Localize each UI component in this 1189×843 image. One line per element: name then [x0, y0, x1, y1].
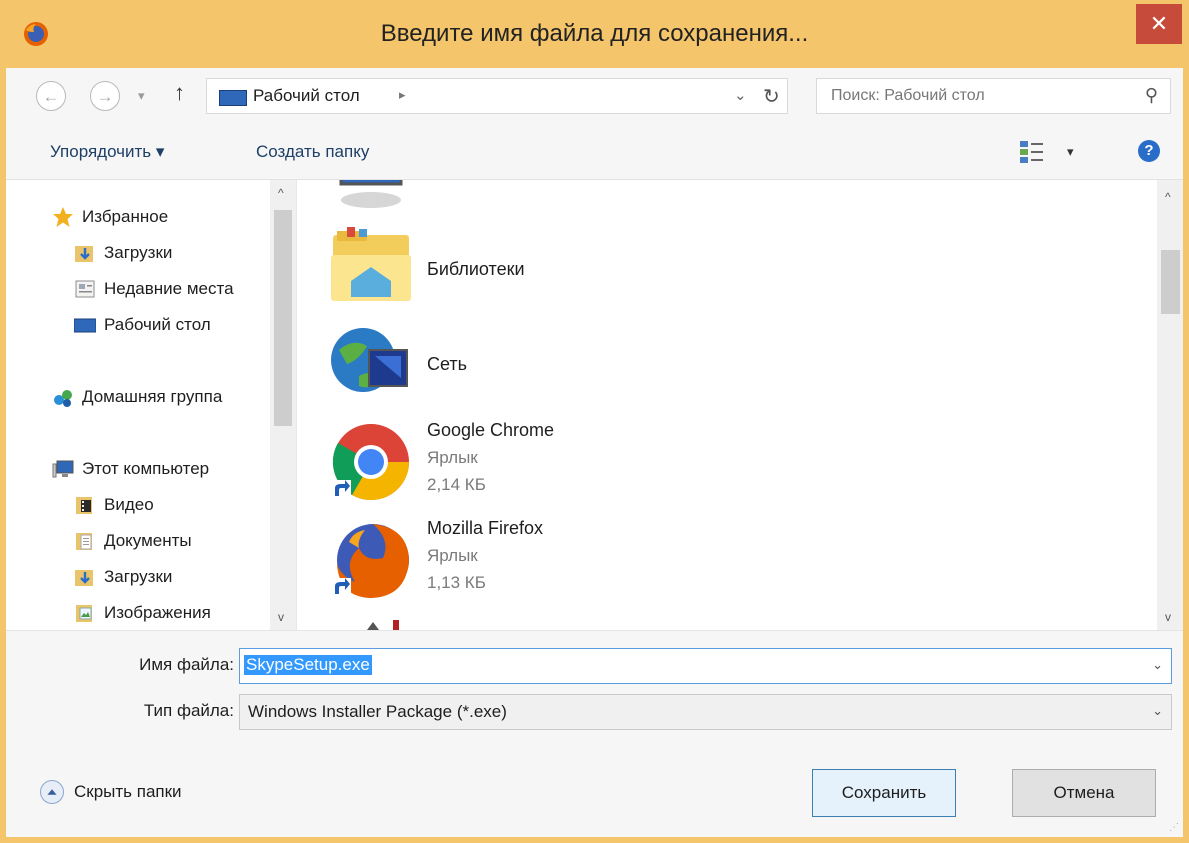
file-size: 1,13 КБ [427, 573, 486, 592]
filetype-label: Тип файла: [143, 701, 234, 720]
navigation-pane: Избранное Загрузки Недавние места Рабочи… [6, 180, 296, 630]
scroll-up-arrow-icon[interactable]: ^ [1165, 190, 1171, 204]
file-name: Библиотеки [427, 259, 525, 279]
address-bar[interactable]: Рабочий стол ▸ ⌄ ↻ [206, 78, 788, 114]
scroll-down-arrow-icon[interactable]: v [1165, 610, 1171, 624]
refresh-icon: ↻ [763, 86, 780, 108]
pictures-folder-icon [76, 605, 92, 622]
filename-label: Имя файла: [139, 655, 234, 674]
chevron-down-icon: ⌄ [734, 87, 747, 104]
view-details-icon[interactable] [1019, 138, 1045, 166]
save-form: Имя файла: SkypeSetup.exe ⌄ Тип файла: W… [6, 630, 1183, 837]
file-size: 2,14 КБ [427, 475, 486, 494]
command-bar: Упорядочить ▾ Создать папку ▾ ? [6, 126, 1183, 180]
desktop-icon [219, 90, 247, 106]
breadcrumb-chevron-icon[interactable]: ▸ [399, 87, 406, 103]
sidebar-item-label: Изображения [104, 603, 211, 622]
scroll-up-arrow-icon[interactable]: ^ [278, 186, 284, 200]
forward-arrow-icon: → [96, 87, 114, 106]
sidebar-item-label: Документы [104, 531, 192, 550]
computer-icon [52, 460, 74, 478]
save-dialog-window: Введите имя файла для сохранения... ✕ ← … [0, 0, 1189, 843]
close-icon: ✕ [1149, 11, 1169, 36]
chevron-down-icon: ⌄ [1152, 703, 1163, 718]
file-type: Ярлык [427, 546, 478, 565]
title-bar: Введите имя файла для сохранения... ✕ [0, 0, 1189, 68]
list-item-mozilla-firefox[interactable]: Mozilla Firefox Ярлык 1,13 КБ [329, 518, 1109, 614]
address-location[interactable]: Рабочий стол [253, 86, 360, 106]
computer-icon [339, 180, 403, 208]
filename-input[interactable]: SkypeSetup.exe ⌄ [239, 648, 1172, 684]
search-icon[interactable]: ⚲ [1145, 85, 1158, 106]
filename-value[interactable]: SkypeSetup.exe [244, 655, 372, 675]
scrollbar-thumb[interactable] [1161, 250, 1180, 314]
desktop-icon [74, 318, 96, 333]
sidebar-item-label: Домашняя группа [82, 387, 223, 406]
dialog-body: ← → ▾ ↑ Рабочий стол ▸ ⌄ ↻ Поиск: Рабочи… [6, 68, 1183, 837]
recent-locations-dropdown[interactable]: ▾ [138, 88, 145, 104]
partial-item-icon [367, 620, 399, 630]
sidebar-item-label: Загрузки [104, 567, 173, 586]
sidebar-item-label: Рабочий стол [104, 315, 211, 334]
documents-folder-icon [76, 533, 92, 550]
sidebar-item-label: Загрузки [104, 243, 173, 262]
star-icon [53, 207, 73, 227]
chrome-icon [331, 424, 410, 501]
file-name: Google Chrome [427, 420, 555, 440]
view-options-dropdown[interactable]: ▾ [1067, 144, 1074, 160]
save-button[interactable]: Сохранить [812, 769, 956, 817]
address-history-dropdown[interactable]: ⌄ [734, 86, 747, 104]
chevron-up-icon [40, 780, 64, 804]
file-list-pane: Библиотеки Сеть Google Chrome Ярлык 2,14… [296, 180, 1183, 630]
chevron-down-icon: ▾ [1067, 144, 1074, 159]
file-name: Сеть [427, 354, 468, 374]
sidebar-item-label: Видео [104, 495, 154, 514]
downloads-folder-icon [75, 246, 93, 262]
back-button[interactable]: ← [36, 81, 66, 111]
navigation-row: ← → ▾ ↑ Рабочий стол ▸ ⌄ ↻ Поиск: Рабочи… [6, 68, 1183, 126]
scrollbar-thumb[interactable] [274, 210, 292, 426]
up-button[interactable]: ↑ [174, 80, 185, 106]
chevron-down-icon: ▾ [138, 88, 145, 103]
resize-grip-icon[interactable]: ⋰ [1169, 822, 1179, 833]
new-folder-button[interactable]: Создать папку [256, 142, 369, 162]
dialog-title: Введите имя файла для сохранения... [380, 20, 809, 47]
chevron-down-icon[interactable]: ⌄ [1152, 657, 1163, 673]
video-folder-icon [76, 497, 92, 514]
list-item-libraries[interactable]: Библиотеки [329, 225, 1109, 315]
filetype-value: Windows Installer Package (*.exe) [248, 702, 507, 721]
sidebar-item-label: Недавние места [104, 279, 234, 298]
navigation-pane-scrollbar[interactable]: ^ v [270, 180, 296, 630]
network-icon [331, 328, 408, 392]
help-icon[interactable]: ? [1138, 140, 1160, 162]
homegroup-icon [54, 390, 72, 407]
scroll-down-arrow-icon[interactable]: v [278, 610, 284, 624]
recent-places-icon [75, 280, 95, 298]
hide-folders-label: Скрыть папки [74, 782, 182, 801]
cancel-button[interactable]: Отмена [1012, 769, 1156, 817]
refresh-button[interactable]: ↻ [763, 84, 780, 109]
sidebar-item-label: Избранное [82, 207, 169, 226]
file-name: Mozilla Firefox [427, 518, 544, 538]
sidebar-item-label: Этот компьютер [82, 459, 210, 478]
filetype-select[interactable]: Windows Installer Package (*.exe) ⌄ [239, 694, 1172, 730]
search-input[interactable]: Поиск: Рабочий стол ⚲ [816, 78, 1171, 114]
downloads-folder-icon [75, 570, 93, 586]
file-list-scrollbar[interactable]: ^ v [1157, 180, 1183, 630]
firefox-icon [331, 524, 409, 598]
list-item-network[interactable]: Сеть [329, 320, 1109, 410]
list-item-google-chrome[interactable]: Google Chrome Ярлык 2,14 КБ [329, 420, 1109, 516]
up-arrow-icon: ↑ [174, 80, 185, 105]
file-type: Ярлык [427, 448, 478, 467]
forward-button[interactable]: → [90, 81, 120, 111]
back-arrow-icon: ← [42, 87, 60, 106]
libraries-icon [331, 227, 411, 301]
close-button[interactable]: ✕ [1136, 4, 1182, 44]
search-placeholder: Поиск: Рабочий стол [831, 87, 985, 104]
organize-button[interactable]: Упорядочить ▾ [50, 142, 164, 162]
